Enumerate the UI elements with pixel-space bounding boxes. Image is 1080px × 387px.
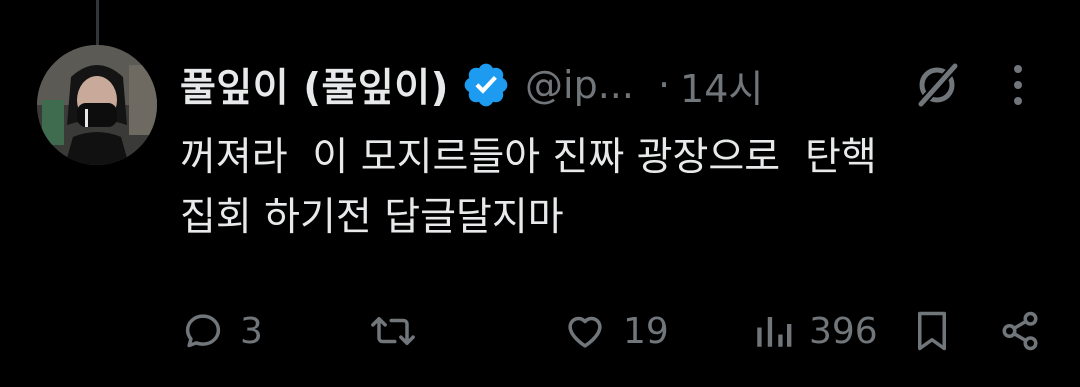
tweet-text-line: 집회 하기전 답글달지마 xyxy=(180,195,564,240)
tweet-text-line: 꺼져라 이 모지르들아 진짜 광장으로 탄핵 xyxy=(180,135,877,180)
verified-badge-icon xyxy=(464,63,508,107)
retweet-icon xyxy=(371,317,415,345)
views-button[interactable]: 396 xyxy=(753,306,878,356)
share-button[interactable] xyxy=(999,306,1041,356)
user-handle[interactable]: @ip... xyxy=(525,63,634,107)
reply-button[interactable]: 3 xyxy=(182,306,263,356)
tweet-text: 꺼져라 이 모지르들아 진짜 광장으로 탄핵 집회 하기전 답글달지마 xyxy=(180,128,1060,248)
display-name[interactable]: 풀잎이 (풀잎이) xyxy=(180,57,449,113)
bookmark-icon xyxy=(918,311,946,351)
grok-icon[interactable] xyxy=(913,60,963,110)
heart-icon xyxy=(568,316,602,348)
like-count: 19 xyxy=(623,310,669,352)
views-icon xyxy=(757,317,792,347)
separator-dot: · xyxy=(657,63,671,107)
avatar-photo xyxy=(37,45,157,165)
like-button[interactable]: 19 xyxy=(563,306,669,356)
views-count: 396 xyxy=(809,310,878,352)
reply-count: 3 xyxy=(240,310,263,352)
thread-connector-line xyxy=(96,0,99,45)
more-vertical-icon[interactable] xyxy=(1010,63,1026,107)
bookmark-button[interactable] xyxy=(913,306,951,356)
tweet-header: 풀잎이 (풀잎이) @ip... · 14시 xyxy=(180,52,763,118)
reply-icon xyxy=(185,314,221,348)
share-icon xyxy=(1002,311,1038,351)
timestamp[interactable]: 14시 xyxy=(680,58,763,113)
retweet-button[interactable] xyxy=(370,306,432,356)
avatar[interactable] xyxy=(37,45,157,165)
